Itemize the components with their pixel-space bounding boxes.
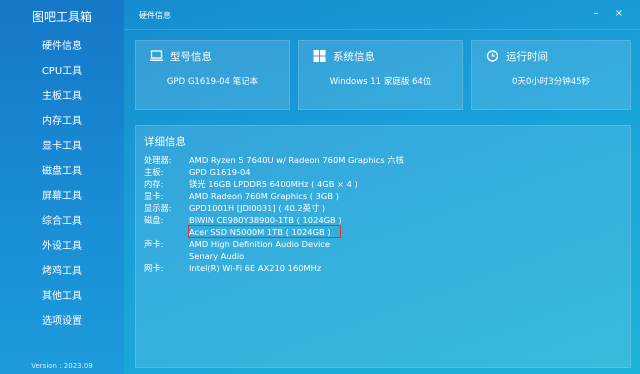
detail-value: GPD1001H [JDI0031] ( 40.2英寸 ) — [189, 203, 326, 213]
detail-value: AMD Ryzen 5 7640U w/ Radeon 760M Graphic… — [189, 155, 404, 165]
system-info-card: 系统信息 Windows 11 家庭版 64位 — [298, 40, 463, 110]
sidebar-item-other-tools[interactable]: 其他工具 — [0, 284, 124, 309]
uptime-title: 运行时间 — [506, 51, 548, 63]
sidebar-item-gpu-tools[interactable]: 显卡工具 — [0, 134, 124, 159]
detail-row-cpu: 处理器: AMD Ryzen 5 7640U w/ Radeon 760M Gra… — [144, 154, 404, 166]
detail-value: AMD High Definition Audio Device — [189, 239, 330, 249]
sidebar-item-disk-tools[interactable]: 磁盘工具 — [0, 159, 124, 184]
detail-label: 内存: — [144, 179, 164, 189]
detail-row-motherboard: 主板: GPD G1619-04 — [144, 166, 404, 178]
sidebar-item-cpu-tools[interactable]: CPU工具 — [0, 59, 124, 84]
detail-row-monitor: 显示器: GPD1001H [JDI0031] ( 40.2英寸 ) — [144, 202, 404, 214]
detail-label: 网卡: — [144, 263, 164, 273]
page-title: 硬件信息 — [139, 11, 171, 20]
model-info-card: 型号信息 GPD G1619-04 笔记本 — [135, 40, 290, 110]
title-bar: 硬件信息 – × — [124, 0, 640, 30]
sidebar-item-screen-tools[interactable]: 屏幕工具 — [0, 184, 124, 209]
sidebar-nav: 硬件信息 CPU工具 主板工具 内存工具 显卡工具 磁盘工具 屏幕工具 综合工具… — [0, 34, 124, 334]
minimize-button[interactable]: – — [590, 9, 602, 19]
sidebar-item-settings[interactable]: 选项设置 — [0, 309, 124, 334]
version-label: Version : 2023.09 — [31, 362, 93, 370]
uptime-value: 0天0小时3分钟45秒 — [511, 77, 591, 87]
windows-icon — [313, 50, 326, 62]
detail-label: 显卡: — [144, 191, 164, 201]
detail-label: 主板: — [144, 167, 164, 177]
model-info-value: GPD G1619-04 笔记本 — [166, 77, 259, 87]
laptop-icon — [150, 50, 163, 61]
detail-row-disk-2: Acer SSD N5000M 1TB ( 1024GB ) — [144, 225, 404, 238]
detail-value: 镁光 16GB LPDDR5 6400MHz ( 4GB × 4 ) — [189, 179, 358, 189]
detail-row-audio: 声卡: AMD High Definition Audio Device — [144, 238, 404, 250]
model-info-title: 型号信息 — [170, 51, 212, 63]
details-title: 详细信息 — [144, 136, 186, 148]
uptime-card: 运行时间 0天0小时3分钟45秒 — [471, 40, 631, 110]
detail-row-audio-2: Senary Audio — [144, 250, 404, 262]
system-info-title: 系统信息 — [333, 51, 375, 63]
detail-label: 声卡: — [144, 239, 164, 249]
highlight-box — [188, 225, 341, 238]
sidebar-item-motherboard-tools[interactable]: 主板工具 — [0, 84, 124, 109]
detail-row-memory: 内存: 镁光 16GB LPDDR5 6400MHz ( 4GB × 4 ) — [144, 178, 404, 190]
details-list: 处理器: AMD Ryzen 5 7640U w/ Radeon 760M Gra… — [144, 154, 404, 274]
app-title: 图吧工具箱 — [31, 10, 92, 24]
sidebar-item-hardware-info[interactable]: 硬件信息 — [0, 34, 124, 59]
close-button[interactable]: × — [613, 9, 625, 19]
sidebar-item-peripheral-tools[interactable]: 外设工具 — [0, 234, 124, 259]
detail-label: 显示器: — [144, 203, 172, 213]
detail-value: Senary Audio — [189, 251, 245, 261]
detail-label: 磁盘: — [144, 215, 164, 225]
sidebar-item-general-tools[interactable]: 综合工具 — [0, 209, 124, 234]
detail-label: 处理器: — [144, 155, 172, 165]
clock-icon — [486, 50, 499, 62]
sidebar-item-stress-tools[interactable]: 烤鸡工具 — [0, 259, 124, 284]
detail-value: GPD G1619-04 — [189, 167, 251, 177]
detail-value: AMD Radeon 760M Graphics ( 3GB ) — [189, 191, 339, 201]
details-panel: 详细信息 处理器: AMD Ryzen 5 7640U w/ Radeon 760… — [135, 125, 631, 368]
detail-row-gpu: 显卡: AMD Radeon 760M Graphics ( 3GB ) — [144, 190, 404, 202]
sidebar-item-memory-tools[interactable]: 内存工具 — [0, 109, 124, 134]
detail-row-network: 网卡: Intel(R) Wi-Fi 6E AX210 160MHz — [144, 262, 404, 274]
system-info-value: Windows 11 家庭版 64位 — [329, 77, 432, 87]
sidebar: 图吧工具箱 硬件信息 CPU工具 主板工具 内存工具 显卡工具 磁盘工具 屏幕工… — [0, 0, 124, 374]
detail-value: Intel(R) Wi-Fi 6E AX210 160MHz — [189, 263, 322, 273]
main-panel: 硬件信息 – × 型号信息 GPD G1619-04 笔记本 系统信息 Wind… — [124, 0, 640, 374]
